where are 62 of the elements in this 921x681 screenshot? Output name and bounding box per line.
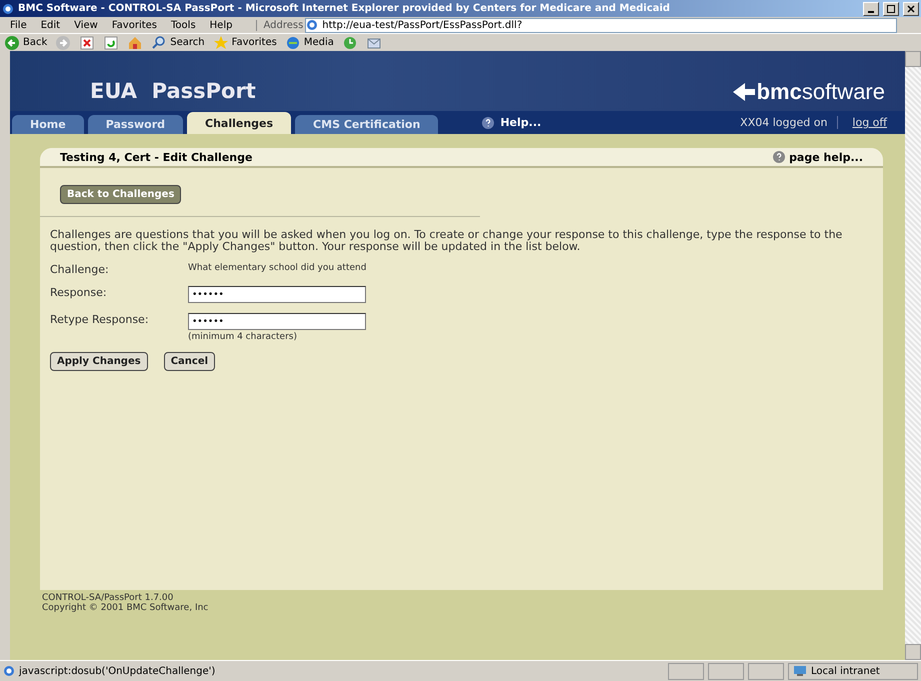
refresh-icon[interactable]: [103, 34, 120, 50]
window-title: BMC Software - CONTROL-SA PassPort - Microsoft Internet Explorer provided by Centers for Medicare and Medicaid: [18, 3, 671, 14]
menu-item[interactable]: View: [68, 20, 104, 30]
menu-item[interactable]: File: [4, 20, 33, 30]
browser-icon: [306, 19, 318, 31]
field-label: Response:: [50, 286, 108, 299]
minimize-icon: [868, 10, 874, 12]
stop-icon[interactable]: [79, 34, 96, 50]
toolbar-button[interactable]: Search: [151, 34, 205, 50]
field-hint: (minimum 4 characters): [188, 332, 298, 342]
tab[interactable]: Password: [88, 115, 183, 134]
toolbar-button[interactable]: Back: [4, 34, 48, 50]
menu-item[interactable]: Help: [204, 20, 238, 30]
address-label: Address: [256, 20, 304, 30]
tab[interactable]: CMS Certification: [295, 115, 438, 134]
footer-text: CONTROL-SA/PassPort 1.7.00: [42, 593, 174, 603]
home-icon[interactable]: [127, 34, 144, 50]
toolbar-button[interactable]: Favorites: [212, 34, 277, 50]
tab[interactable]: Home: [12, 115, 84, 134]
help-link[interactable]: Help...: [482, 116, 542, 129]
help-icon: [773, 151, 786, 163]
logo: bmcsoftware: [730, 79, 885, 105]
field-label: Challenge:: [50, 263, 110, 276]
history-icon[interactable]: [342, 34, 358, 50]
maximize-button[interactable]: [883, 2, 899, 16]
apply-button[interactable]: Apply Changes: [50, 352, 148, 371]
status-text: javascript:dosub('OnUpdateChallenge'): [19, 666, 216, 676]
close-button[interactable]: [903, 2, 919, 16]
cancel-button[interactable]: Cancel: [164, 352, 216, 371]
menu-item[interactable]: Tools: [165, 20, 202, 30]
footer-text: Copyright © 2001 BMC Software, Inc: [42, 603, 210, 613]
menu-item[interactable]: Edit: [34, 20, 66, 30]
logoff-link[interactable]: log off: [842, 116, 905, 129]
password-field[interactable]: ••••••: [188, 286, 366, 303]
network-icon: [793, 665, 807, 677]
menu-item[interactable]: Favorites: [106, 20, 164, 30]
panel-title: Testing 4, Cert - Edit Challenge: [60, 150, 252, 164]
help-icon: [482, 116, 494, 128]
back-button[interactable]: Back to Challenges: [60, 185, 182, 204]
status-pane: [668, 662, 704, 680]
minimize-button[interactable]: [863, 2, 879, 16]
close-icon: [907, 4, 915, 12]
status-pane: [748, 662, 784, 680]
field-label: Retype Response:: [50, 313, 150, 326]
tab[interactable]: Challenges: [187, 112, 292, 134]
password-field[interactable]: ••••••: [188, 313, 366, 330]
browser-icon: [3, 665, 15, 677]
challenge-question: What elementary school did you attend: [188, 263, 368, 273]
status-pane: [708, 662, 744, 680]
address-field[interactable]: http://eua-test/PassPort/EssPassPort.dll?: [305, 18, 897, 32]
browser-icon: [2, 2, 14, 14]
star-icon: [212, 34, 229, 50]
user-status: XX04 logged on: [740, 116, 838, 129]
maximize-icon: [887, 4, 895, 12]
media-icon: [284, 34, 301, 50]
page-help-link[interactable]: page help...: [773, 150, 863, 164]
search-icon: [151, 34, 168, 50]
scrollbar[interactable]: [905, 51, 921, 660]
intro-text: Challenges are questions that you will be asked when you log on. To create or change your response to this challenge, type the response to the question, then click the "Apply Changes" button. Your response will be updated in the list below.: [50, 229, 843, 253]
toolbar-button[interactable]: Media: [284, 34, 334, 50]
zone-indicator: Local intranet: [788, 662, 918, 680]
app-title: EUA PassPort: [90, 79, 256, 103]
